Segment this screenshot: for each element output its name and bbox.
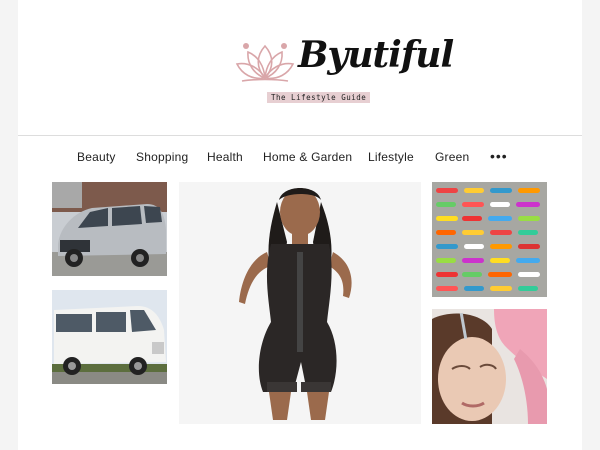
nav-item-health[interactable]: Health xyxy=(207,150,243,164)
minivan-image xyxy=(52,182,167,276)
nav-item-shopping[interactable]: Shopping xyxy=(136,150,188,164)
header-divider xyxy=(18,135,582,136)
brand-tagline: The Lifestyle Guide xyxy=(267,92,371,103)
more-menu-icon[interactable]: ••• xyxy=(490,148,508,164)
beauty-image xyxy=(432,309,547,424)
nav-item-beauty[interactable]: Beauty xyxy=(77,150,116,164)
tile-bodysuit[interactable] xyxy=(179,182,421,424)
main-navigation: Beauty Shopping Health Home & Garden Lif… xyxy=(18,148,582,168)
tile-minivan[interactable] xyxy=(52,182,167,276)
nav-item-home-garden[interactable]: Home & Garden xyxy=(263,150,352,164)
site-logo[interactable]: Byutiful The Lifestyle Guide xyxy=(234,34,454,106)
page: Byutiful The Lifestyle Guide Beauty Shop… xyxy=(18,0,582,450)
site-header: Byutiful The Lifestyle Guide xyxy=(18,0,582,135)
tile-white-van[interactable] xyxy=(52,290,167,384)
tile-lures[interactable] xyxy=(432,182,547,297)
nav-item-green[interactable]: Green xyxy=(435,150,469,164)
lures-image xyxy=(432,182,547,297)
tile-facial[interactable] xyxy=(432,309,547,424)
nav-item-lifestyle[interactable]: Lifestyle xyxy=(368,150,414,164)
van-image xyxy=(52,290,167,384)
brand-name: Byutiful xyxy=(298,34,454,76)
lotus-icon xyxy=(235,43,295,82)
shapewear-image xyxy=(179,182,421,424)
